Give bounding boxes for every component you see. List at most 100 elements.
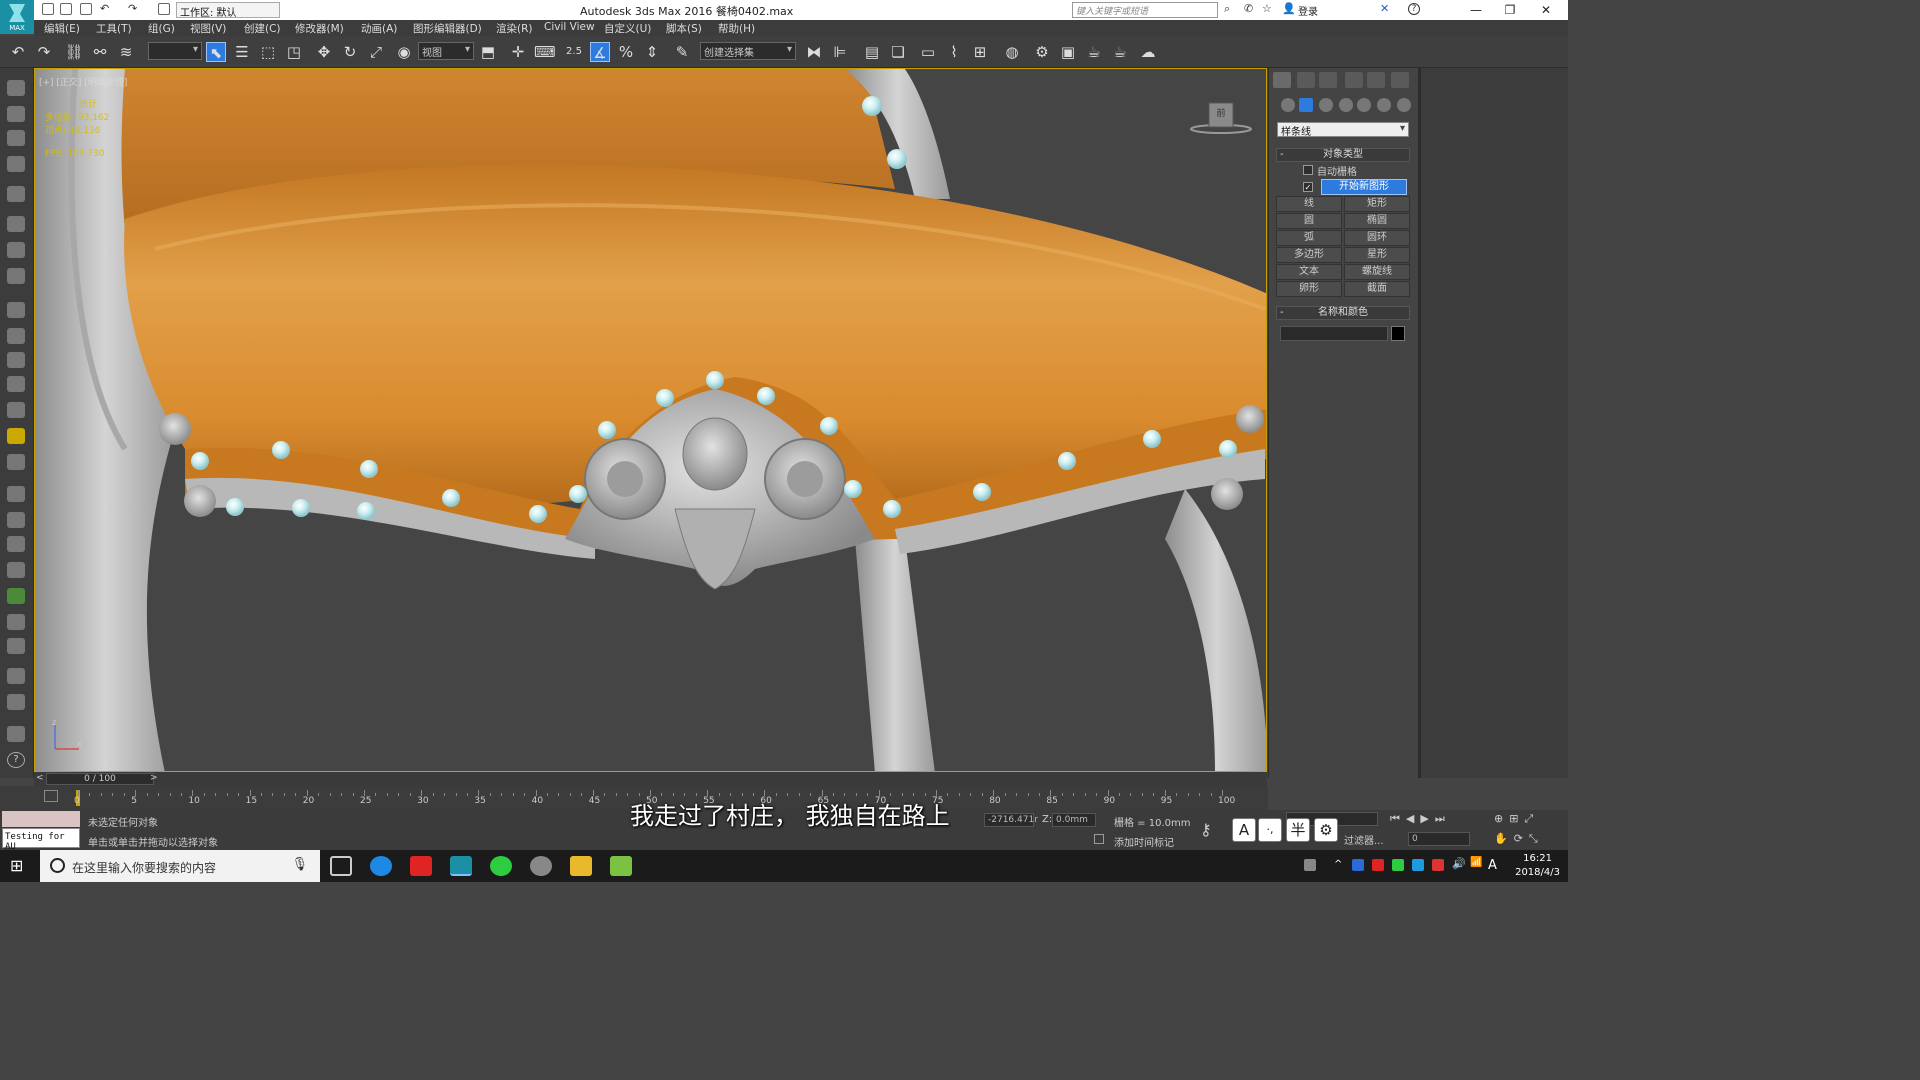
shaded-sphere-icon[interactable]	[7, 668, 25, 684]
pan-orbit-controls[interactable]: ✋⟳⤡	[1494, 832, 1544, 846]
link-icon[interactable]: ⛓	[64, 42, 84, 62]
new-file-icon[interactable]	[42, 3, 54, 15]
add-time-tag[interactable]: 添加时间标记	[1114, 834, 1174, 849]
time-slider-prev-icon[interactable]: <	[36, 773, 44, 783]
login-link[interactable]: 登录	[1298, 3, 1318, 18]
binoculars-icon[interactable]: ⌕	[1224, 2, 1236, 15]
select-object-icon[interactable]: ⬉	[206, 42, 226, 62]
notepad-icon[interactable]	[610, 856, 632, 876]
create-tab-icon[interactable]	[1273, 72, 1291, 88]
microphone-icon[interactable]: 🎙	[291, 857, 308, 872]
hemisphere-icon[interactable]	[7, 328, 25, 344]
window-crossing-icon[interactable]: ◳	[284, 42, 304, 62]
z-coordinate-field[interactable]: 0.0mm	[1052, 813, 1096, 827]
name-and-color-rollout[interactable]: - 名称和颜色	[1276, 306, 1410, 320]
autogrid-checkbox[interactable]	[1303, 165, 1313, 175]
rect-selection-region-icon[interactable]: ⬚	[258, 42, 278, 62]
gauge-icon[interactable]	[7, 242, 25, 258]
help-icon[interactable]: ?	[1408, 3, 1420, 15]
align-icon[interactable]: ⊫	[830, 42, 850, 62]
communication-icon[interactable]: ✆	[1244, 2, 1256, 15]
time-slider[interactable]: < 0 / 100 >	[34, 772, 1267, 786]
light-icon[interactable]	[7, 186, 25, 202]
menu-views[interactable]: 视图(V)	[190, 21, 226, 36]
menu-modifiers[interactable]: 修改器(M)	[295, 21, 344, 36]
display-tab-icon[interactable]	[1367, 72, 1385, 88]
tray-chevron-icon[interactable]: ^	[1334, 859, 1346, 871]
motion-tab-icon[interactable]	[1345, 72, 1363, 88]
playback-controls[interactable]: ⏮◀▶⏭	[1390, 812, 1451, 826]
ellipse-button[interactable]: 椭圆	[1344, 213, 1410, 229]
current-frame-field[interactable]: 0	[1408, 832, 1470, 846]
shape-category-dropdown[interactable]: 样条线	[1277, 122, 1409, 138]
open-file-icon[interactable]	[60, 3, 72, 15]
calculator-icon[interactable]	[7, 130, 25, 146]
line-button[interactable]: 线	[1276, 196, 1342, 212]
weave-icon[interactable]	[7, 638, 25, 654]
donut-button[interactable]: 圆环	[1344, 230, 1410, 246]
film-icon[interactable]	[7, 268, 25, 284]
save-file-icon[interactable]	[80, 3, 92, 15]
y-coordinate-field[interactable]: -2716.471r	[984, 813, 1038, 827]
browser-icon[interactable]	[370, 856, 392, 876]
render-setup-icon[interactable]: ⚙	[1032, 42, 1052, 62]
workspace-selector[interactable]: 工作区: 默认	[176, 2, 280, 19]
viewport-label[interactable]: [+] [正交] [明暗处理]	[39, 75, 127, 88]
project-folder-icon[interactable]	[158, 3, 170, 15]
keyword-search-input[interactable]: 键入关键字或短语	[1072, 2, 1218, 18]
grid-panel-icon[interactable]	[7, 694, 25, 710]
hierarchy-tab-icon[interactable]	[1319, 72, 1337, 88]
menu-scripting[interactable]: 脚本(S)	[666, 21, 702, 36]
key-icon[interactable]: ⚷	[1200, 820, 1212, 839]
keyboard-shortcut-override-icon[interactable]: ⌨	[534, 42, 556, 62]
ngon-button[interactable]: 多边形	[1276, 247, 1342, 263]
scale-icon[interactable]: ⤢	[366, 42, 386, 62]
menu-graph-editors[interactable]: 图形编辑器(D)	[413, 21, 482, 36]
lights-icon[interactable]	[1319, 98, 1333, 112]
tray-volume-icon[interactable]: 🔊	[1452, 857, 1466, 870]
tray-ime-indicator[interactable]: A	[1488, 858, 1497, 873]
app-logo[interactable]: MAX	[0, 0, 34, 34]
viewport-navigation-controls[interactable]: ⊕⊞⤢	[1494, 812, 1539, 826]
unlink-icon[interactable]: ⚯	[90, 42, 110, 62]
toggle-ribbon-icon[interactable]: ▭	[918, 42, 938, 62]
mesh-icon[interactable]	[7, 536, 25, 552]
camera-icon[interactable]	[7, 216, 25, 232]
tray-app-icon[interactable]	[1372, 859, 1384, 871]
redo-icon[interactable]: ↷	[34, 42, 54, 62]
plane-icon[interactable]	[7, 302, 25, 318]
minimize-icon[interactable]: —	[1466, 2, 1486, 18]
rendered-frame-window-icon[interactable]: ▣	[1058, 42, 1078, 62]
favorites-star-icon[interactable]: ☆	[1262, 2, 1274, 15]
start-new-shape-button[interactable]: 开始新图形	[1321, 179, 1407, 195]
time-tag-lock-icon[interactable]	[1094, 834, 1104, 844]
snaps-toggle-icon[interactable]: 2.5	[564, 42, 584, 62]
menu-rendering[interactable]: 渲染(R)	[496, 21, 533, 36]
helpers-icon[interactable]	[1357, 98, 1371, 112]
user-icon[interactable]: 👤	[1282, 2, 1296, 15]
curve-editor-mini-icon[interactable]	[44, 790, 58, 802]
gold-sphere-icon[interactable]	[7, 454, 25, 470]
menu-help[interactable]: 帮助(H)	[718, 21, 755, 36]
ime-halfwidth-button[interactable]: 半	[1286, 818, 1310, 842]
mirror-icon[interactable]: ⧓	[804, 42, 824, 62]
task-view-icon[interactable]	[330, 856, 352, 876]
pivot-center-icon[interactable]: ⬒	[478, 42, 498, 62]
ime-mode-button[interactable]: A	[1232, 818, 1256, 842]
percent-snap-icon[interactable]: %	[616, 42, 636, 62]
schematic-view-icon[interactable]: ⊞	[970, 42, 990, 62]
clipboard-icon[interactable]	[7, 726, 25, 742]
ime-punctuation-button[interactable]: ·,	[1258, 818, 1282, 842]
cone-icon[interactable]	[7, 402, 25, 418]
particles-icon[interactable]	[7, 486, 25, 502]
menu-civil-view[interactable]: Civil View	[544, 21, 595, 33]
space-warps-icon[interactable]	[1377, 98, 1391, 112]
windows-start-icon[interactable]: ⊞	[10, 858, 23, 874]
object-type-rollout[interactable]: - 对象类型	[1276, 148, 1410, 162]
object-color-swatch[interactable]	[1391, 326, 1405, 341]
restore-icon[interactable]: ❐	[1500, 2, 1520, 18]
maxscript-listener-mini[interactable]	[2, 811, 80, 827]
selection-filter-dropdown[interactable]	[148, 42, 202, 60]
menu-animation[interactable]: 动画(A)	[361, 21, 397, 36]
text-button[interactable]: 文本	[1276, 264, 1342, 280]
